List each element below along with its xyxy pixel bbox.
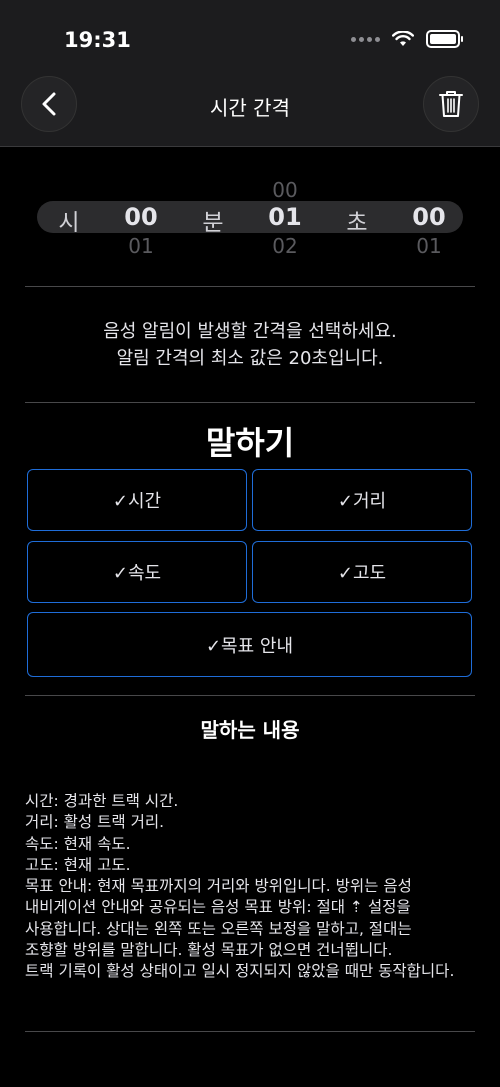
hours-unit-label: 시 xyxy=(58,210,80,236)
interval-time-picker[interactable]: 시 00 01 분 00 01 02 초 00 01 xyxy=(37,170,463,260)
description-line: 음성 알림이 발생할 간격을 선택하세요. xyxy=(103,321,397,342)
navigation-bar: 시간 간격 xyxy=(0,76,500,147)
toggle-speed-label: ✓속도 xyxy=(112,563,162,584)
toggle-time[interactable]: ✓시간 xyxy=(27,469,247,531)
minutes-unit-label: 분 xyxy=(202,210,224,236)
toggle-time-label: ✓시간 xyxy=(112,491,162,512)
hours-wheel-selected: 00 xyxy=(124,203,158,231)
toggle-altitude[interactable]: ✓고도 xyxy=(252,541,472,603)
content-line: 거리: 활성 트랙 거리. xyxy=(25,813,165,832)
seconds-wheel[interactable]: 00 01 xyxy=(399,170,459,260)
status-icons xyxy=(351,30,463,48)
speak-section-title: 말하기 xyxy=(205,424,295,462)
content-line: 속도: 현재 속도. xyxy=(25,834,131,853)
content-line: 고도: 현재 고도. xyxy=(25,855,131,874)
divider xyxy=(25,695,475,696)
seconds-wheel-selected: 00 xyxy=(412,203,446,231)
minutes-wheel[interactable]: 00 01 02 xyxy=(255,170,315,260)
cellular-signal-icon xyxy=(351,36,380,42)
toggle-speed[interactable]: ✓속도 xyxy=(27,541,247,603)
toggle-distance-label: ✓거리 xyxy=(337,491,387,512)
content-line: 시간: 경과한 트랙 시간. xyxy=(25,792,179,810)
battery-icon xyxy=(426,30,463,48)
toggle-altitude-label: ✓고도 xyxy=(337,563,387,584)
seconds-unit-label: 초 xyxy=(346,210,368,236)
hours-wheel-below: 01 xyxy=(128,234,154,258)
minutes-wheel-below: 02 xyxy=(272,234,298,258)
wifi-icon xyxy=(392,31,414,46)
minutes-wheel-above: 00 xyxy=(272,178,298,202)
content-line: 트랙 기록이 활성 상태이고 일시 정지되지 않았을 때만 동작합니다. xyxy=(25,962,455,981)
toggle-distance[interactable]: ✓거리 xyxy=(252,469,472,531)
content-section-title: 말하는 내용 xyxy=(200,718,300,742)
content-line: 목표 안내: 현재 목표까지의 거리와 방위입니다. 방위는 음성 xyxy=(25,877,412,896)
status-time: 19:31 xyxy=(64,28,131,52)
toggle-target-guidance[interactable]: ✓목표 안내 xyxy=(27,612,472,677)
content-line: 조향할 방위를 말합니다. 활성 목표가 없으면 건너뜁니다. xyxy=(25,941,393,960)
delete-button[interactable] xyxy=(423,76,479,132)
hours-wheel[interactable]: 00 01 xyxy=(111,170,171,260)
divider xyxy=(25,402,475,403)
content-description: 시간: 경과한 트랙 시간. 거리: 활성 트랙 거리. 속도: 현재 속도. … xyxy=(25,791,480,983)
divider xyxy=(25,1031,475,1032)
seconds-wheel-below: 01 xyxy=(416,234,442,258)
content-line: 사용합니다. 상대는 왼쪽 또는 오른쪽 보정을 말하고, 절대는 xyxy=(25,919,412,938)
toggle-target-guidance-label: ✓목표 안내 xyxy=(205,635,294,657)
status-bar: 19:31 xyxy=(0,0,500,80)
trash-icon xyxy=(439,91,463,117)
content-line: 내비게이션 안내와 공유되는 음성 목표 방위: 절대 ⇡ 설정을 xyxy=(25,898,411,917)
divider xyxy=(25,286,475,287)
description-line: 알림 간격의 최소 값은 20초입니다. xyxy=(116,348,384,369)
minutes-wheel-selected: 01 xyxy=(268,203,302,231)
interval-description: 음성 알림이 발생할 간격을 선택하세요. 알림 간격의 최소 값은 20초입니… xyxy=(0,318,500,372)
